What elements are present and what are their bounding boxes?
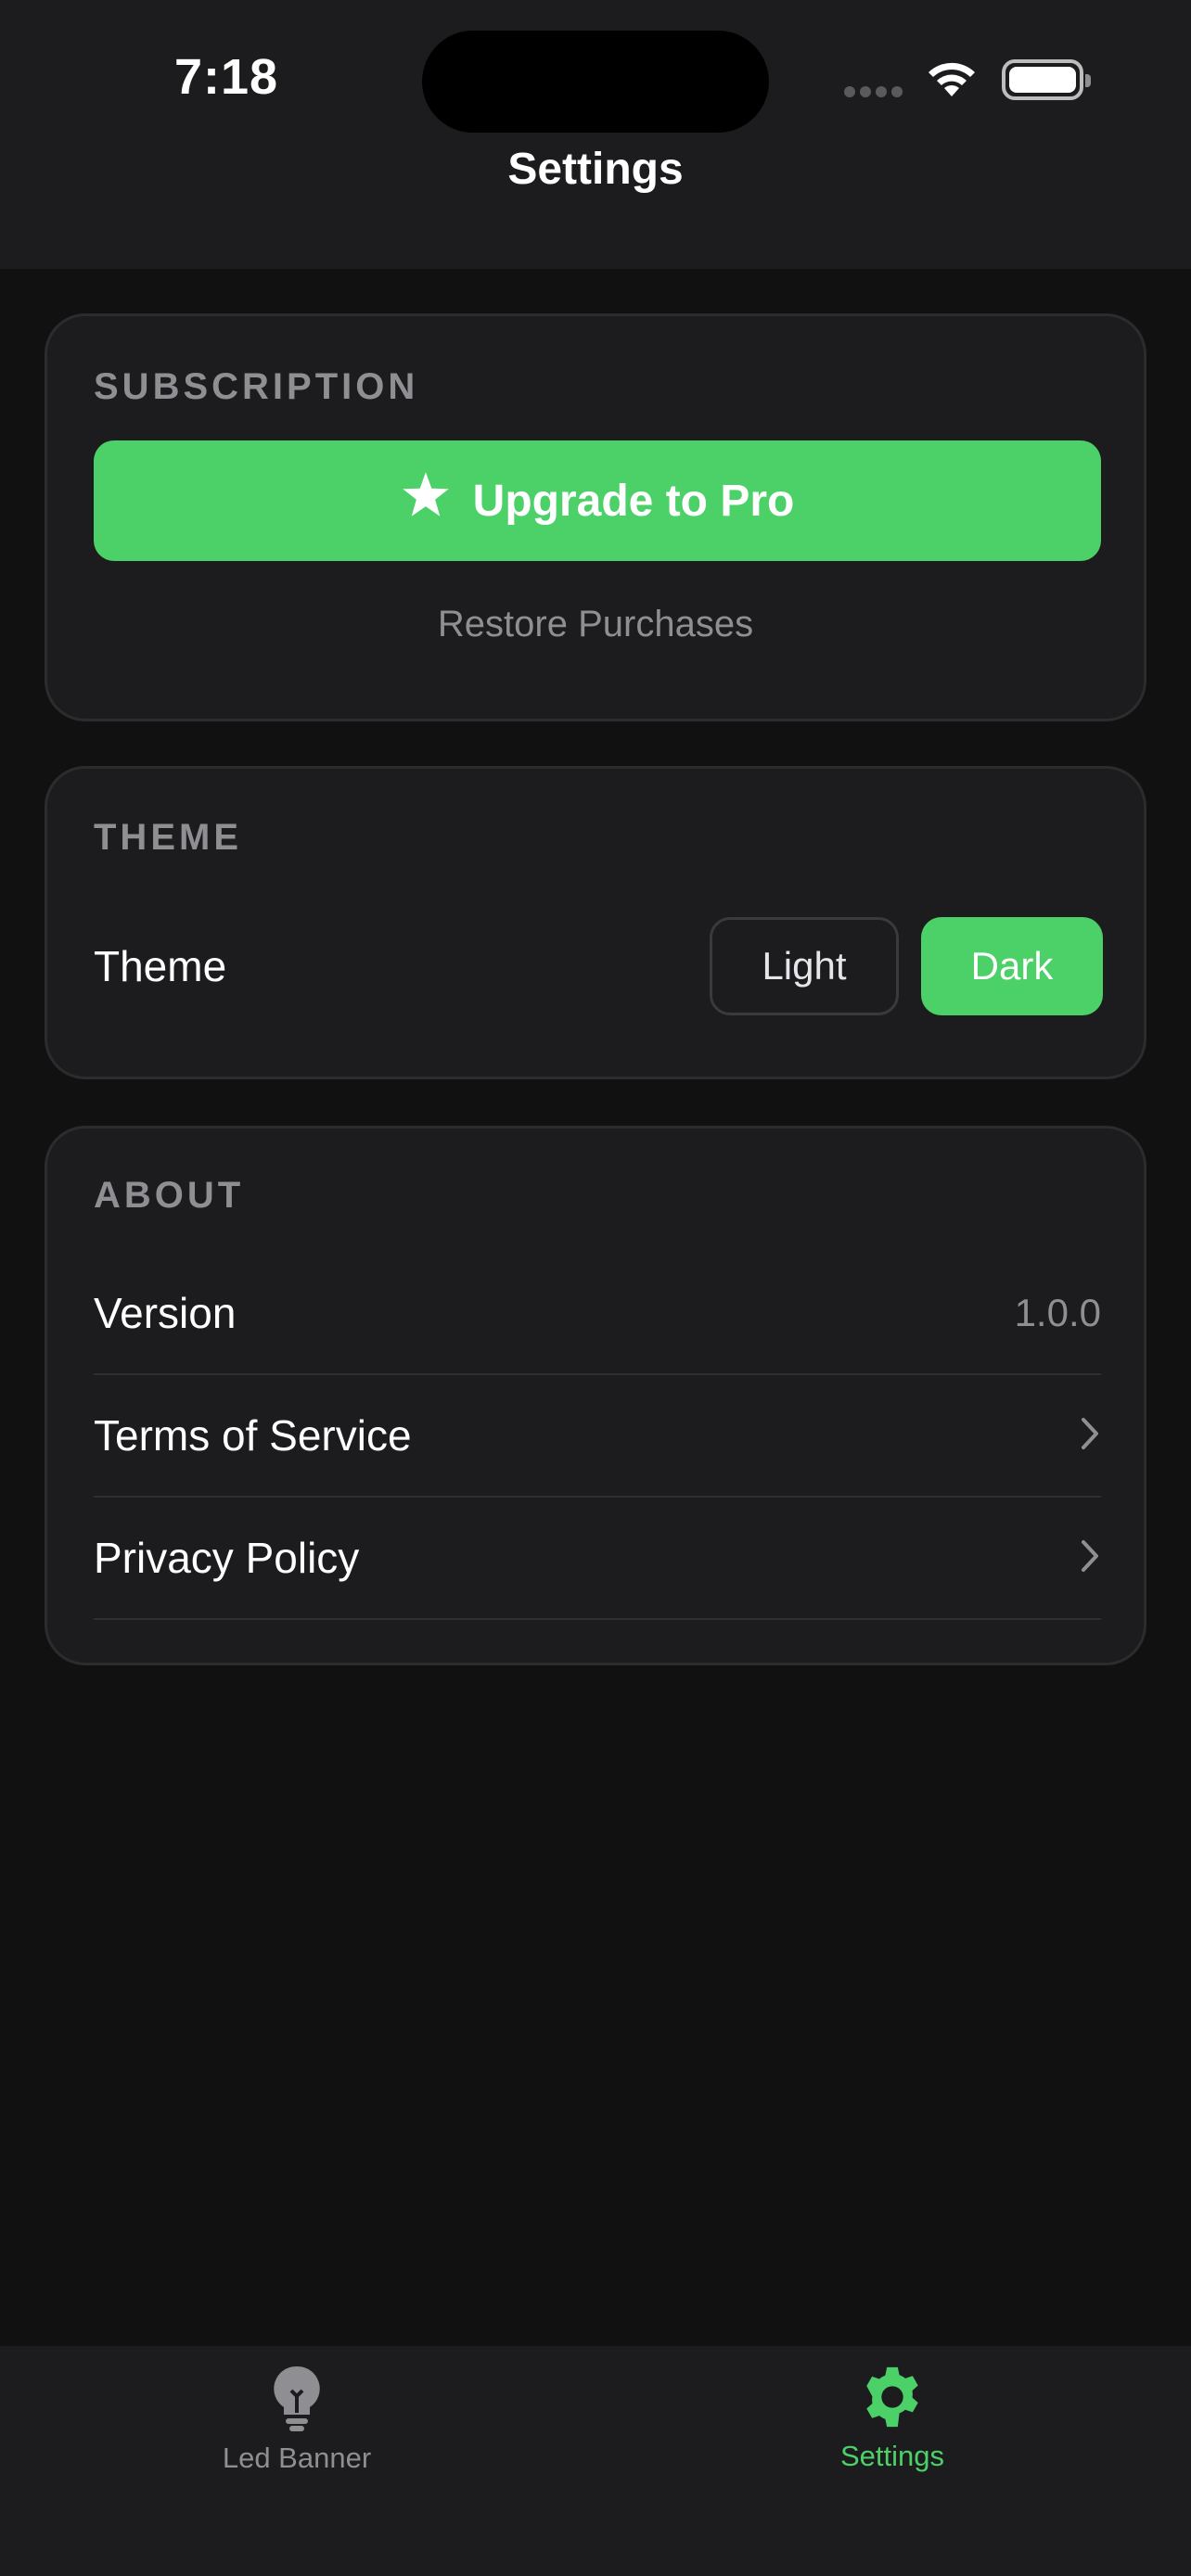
privacy-policy-row[interactable]: Privacy Policy: [94, 1498, 1101, 1620]
battery-icon: [1002, 59, 1091, 100]
tab-led-banner-label: Led Banner: [222, 2442, 372, 2474]
star-icon: [401, 471, 451, 530]
wifi-icon: [924, 56, 980, 103]
tab-settings-label: Settings: [839, 2440, 944, 2472]
terms-of-service-row[interactable]: Terms of Service: [94, 1375, 1101, 1498]
page-title: Settings: [507, 145, 684, 194]
navigation-bar: Settings: [0, 145, 1191, 269]
tab-settings[interactable]: Settings: [753, 2365, 1031, 2473]
chevron-right-icon: [1079, 1537, 1101, 1579]
subscription-section-label: SUBSCRIPTION: [94, 366, 419, 407]
theme-section-label: THEME: [94, 817, 242, 858]
terms-of-service-label: Terms of Service: [94, 1411, 412, 1460]
tab-bar: Led Banner Settings: [0, 2346, 1191, 2576]
cellular-signal-icon: [844, 85, 907, 102]
theme-dark-button[interactable]: Dark: [921, 917, 1103, 1015]
chevron-right-icon: [1079, 1415, 1101, 1457]
version-label: Version: [94, 1289, 237, 1337]
subscription-card: SUBSCRIPTION Upgrade to Pro Restore Purc…: [45, 313, 1146, 721]
lightbulb-icon: [271, 2366, 323, 2435]
theme-card: THEME Theme Light Dark: [45, 766, 1146, 1079]
version-row: Version 1.0.0: [94, 1253, 1101, 1375]
about-card: ABOUT Version 1.0.0 Terms of Service Pri…: [45, 1126, 1146, 1665]
restore-purchases-link[interactable]: Restore Purchases: [47, 604, 1144, 645]
status-time: 7:18: [174, 49, 279, 105]
about-section-label: ABOUT: [94, 1175, 245, 1216]
upgrade-to-pro-button[interactable]: Upgrade to Pro: [94, 440, 1101, 561]
privacy-policy-label: Privacy Policy: [94, 1534, 360, 1582]
theme-row-label: Theme: [94, 942, 227, 990]
gear-icon: [860, 2366, 925, 2433]
tab-led-banner[interactable]: Led Banner: [158, 2365, 436, 2475]
version-value: 1.0.0: [1014, 1291, 1101, 1334]
theme-light-button[interactable]: Light: [710, 917, 899, 1015]
upgrade-button-label: Upgrade to Pro: [472, 476, 795, 526]
